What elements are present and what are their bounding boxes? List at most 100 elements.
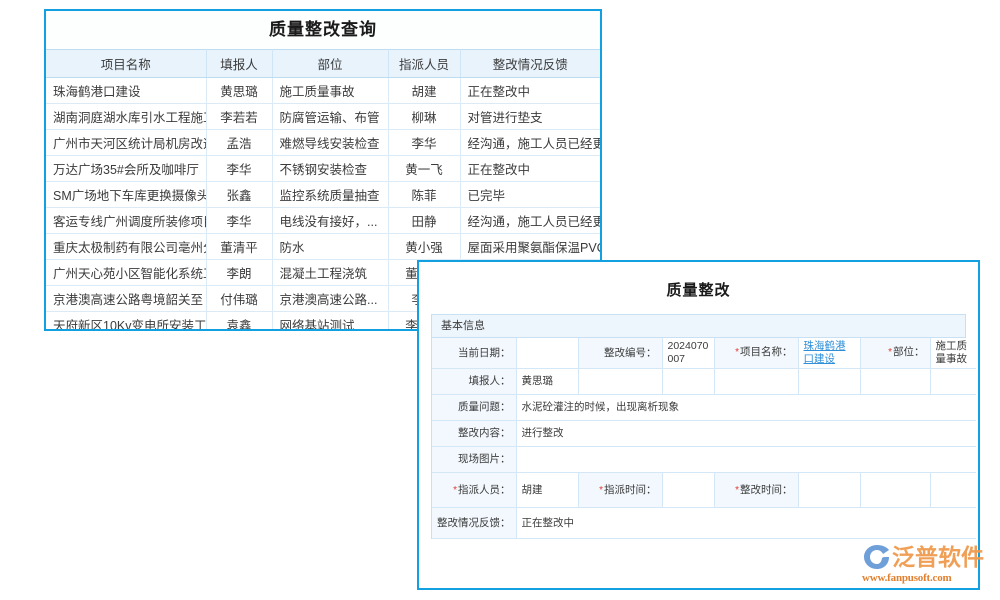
form-row-rectify-content: 整改内容： 进行整改 [432,421,976,447]
table-row[interactable]: 重庆太极制药有限公司亳州分公司董清平防水黄小强屋面采用聚氨酯保温PVC卷... [46,234,600,260]
label-assignee: *指派人员： [432,473,516,508]
empty-cell-2f [930,369,976,395]
cell-reporter[interactable]: 李华 [206,208,272,234]
cell-part: 混凝土工程浇筑 [272,260,388,286]
cell-project[interactable]: 客运专线广州调度所装修项目 [46,208,206,234]
cell-project[interactable]: 湖南洞庭湖水库引水工程施工 [46,104,206,130]
cell-project[interactable]: SM广场地下车库更换摄像头 [46,182,206,208]
cell-assignee[interactable]: 黄一飞 [388,156,460,182]
cell-assignee[interactable]: 黄小强 [388,234,460,260]
cell-feedback: 经沟通，施工人员已经更换... [460,208,600,234]
cell-reporter[interactable]: 付伟璐 [206,286,272,312]
input-part[interactable]: 施工质量事故 [930,338,976,369]
table-row[interactable]: 万达广场35#会所及咖啡厅李华不锈钢安装检查黄一飞正在整改中 [46,156,600,182]
cell-feedback: 经沟通，施工人员已经更换... [460,130,600,156]
detail-window-title: 质量整改 [419,262,978,314]
cell-project[interactable]: 广州市天河区统计局机房改造 [46,130,206,156]
table-row[interactable]: 珠海鹤港口建设黄思璐施工质量事故胡建正在整改中 [46,78,600,104]
cell-part: 京港澳高速公路... [272,286,388,312]
cell-assignee[interactable]: 柳琳 [388,104,460,130]
input-reporter[interactable]: 黄思璐 [516,369,578,395]
cell-assignee[interactable]: 胡建 [388,78,460,104]
label-current-date: 当前日期： [432,338,516,369]
cell-part: 不锈钢安装检查 [272,156,388,182]
cell-reporter[interactable]: 李朗 [206,260,272,286]
label-feedback: 整改情况反馈： [432,508,516,539]
label-part: *部位： [860,338,930,369]
cell-assignee[interactable]: 李华 [388,130,460,156]
cell-project[interactable]: 万达广场35#会所及咖啡厅 [46,156,206,182]
cell-assignee[interactable]: 陈菲 [388,182,460,208]
cell-reporter[interactable]: 董清平 [206,234,272,260]
column-header-feedback[interactable]: 整改情况反馈 [460,50,600,78]
cell-reporter[interactable]: 袁鑫 [206,312,272,332]
empty-cell-2a [578,369,662,395]
column-header-reporter[interactable]: 填报人 [206,50,272,78]
label-quality-issue: 质量问题： [432,395,516,421]
column-header-assignee[interactable]: 指派人员 [388,50,460,78]
cell-project[interactable]: 珠海鹤港口建设 [46,78,206,104]
empty-cell-2d [798,369,860,395]
label-rectify-content: 整改内容： [432,421,516,447]
column-header-project[interactable]: 项目名称 [46,50,206,78]
cell-project[interactable]: 天府新区10Kv变电所安装工程 [46,312,206,332]
required-marker-rectify-time: * [735,485,739,496]
cell-part: 施工质量事故 [272,78,388,104]
required-marker-project: * [735,347,739,358]
input-assign-time[interactable] [662,473,714,508]
form-row-2: 填报人： 黄思璐 [432,369,976,395]
form-row-1: 当前日期： 整改编号： 2024070007 *项目名称： 珠海鹤港口建设 *部… [432,338,976,369]
project-name-link[interactable]: 珠海鹤港口建设 [804,340,846,365]
cell-reporter[interactable]: 孟浩 [206,130,272,156]
cell-feedback: 屋面采用聚氨酯保温PVC卷... [460,234,600,260]
input-rectify-time[interactable] [798,473,860,508]
required-marker-assign-time: * [599,485,603,496]
cell-feedback: 已完毕 [460,182,600,208]
cell-part: 电线没有接好，... [272,208,388,234]
section-header-basic-info: 基本信息 [432,315,965,338]
form-row-quality-issue: 质量问题： 水泥砼灌注的时候，出现离析现象 [432,395,976,421]
label-assign-time: *指派时间： [578,473,662,508]
required-marker-assignee: * [453,485,457,496]
cell-assignee[interactable]: 田静 [388,208,460,234]
empty-cell-2c [714,369,798,395]
cell-part: 防腐管运输、布管 [272,104,388,130]
input-feedback[interactable]: 正在整改中 [516,508,976,539]
input-rectify-no[interactable]: 2024070007 [662,338,714,369]
label-assign-time-text: 指派时间： [604,484,657,496]
table-row[interactable]: 客运专线广州调度所装修项目李华电线没有接好，...田静经沟通，施工人员已经更换.… [46,208,600,234]
cell-part: 监控系统质量抽查 [272,182,388,208]
table-row[interactable]: 湖南洞庭湖水库引水工程施工李若若防腐管运输、布管柳琳对管进行垫支 [46,104,600,130]
screen: 质量整改查询 项目名称 填报人 部位 指派人员 整改情况反馈 珠海鹤港口建设黄思… [0,0,1000,600]
input-assignee[interactable]: 胡建 [516,473,578,508]
table-row[interactable]: SM广场地下车库更换摄像头张鑫监控系统质量抽查陈菲已完毕 [46,182,600,208]
input-project-name[interactable]: 珠海鹤港口建设 [798,338,860,369]
form-row-site-photo: 现场图片： [432,447,976,473]
empty-cell-2e [860,369,930,395]
cell-reporter[interactable]: 黄思璐 [206,78,272,104]
table-row[interactable]: 广州市天河区统计局机房改造孟浩难燃导线安装检查李华经沟通，施工人员已经更换... [46,130,600,156]
cell-project[interactable]: 广州天心苑小区智能化系统工程 [46,260,206,286]
cell-reporter[interactable]: 张鑫 [206,182,272,208]
label-site-photo: 现场图片： [432,447,516,473]
label-rectify-time: *整改时间： [714,473,798,508]
label-project-name-text: 项目名称： [740,346,793,358]
cell-reporter[interactable]: 李若若 [206,104,272,130]
empty-cell-2b [662,369,714,395]
input-site-photo[interactable] [516,447,976,473]
detail-form: 基本信息 当前日期： 整改编号： 2024070007 *项目名称： [431,314,966,539]
column-header-part[interactable]: 部位 [272,50,388,78]
input-quality-issue[interactable]: 水泥砼灌注的时候，出现离析现象 [516,395,976,421]
input-current-date[interactable] [516,338,578,369]
input-rectify-content[interactable]: 进行整改 [516,421,976,447]
quality-rectification-detail-window: 质量整改 基本信息 当前日期： 整改编号： 2024070007 [417,260,980,590]
cell-part: 网络基站测试 [272,312,388,332]
cell-feedback: 对管进行垫支 [460,104,600,130]
cell-project[interactable]: 重庆太极制药有限公司亳州分公司 [46,234,206,260]
cell-project[interactable]: 京港澳高速公路粤境韶关至 [46,286,206,312]
cell-part: 难燃导线安装检查 [272,130,388,156]
cell-reporter[interactable]: 李华 [206,156,272,182]
basic-info-table: 当前日期： 整改编号： 2024070007 *项目名称： 珠海鹤港口建设 *部… [432,338,976,539]
label-reporter: 填报人： [432,369,516,395]
empty-cell-6b [930,473,976,508]
